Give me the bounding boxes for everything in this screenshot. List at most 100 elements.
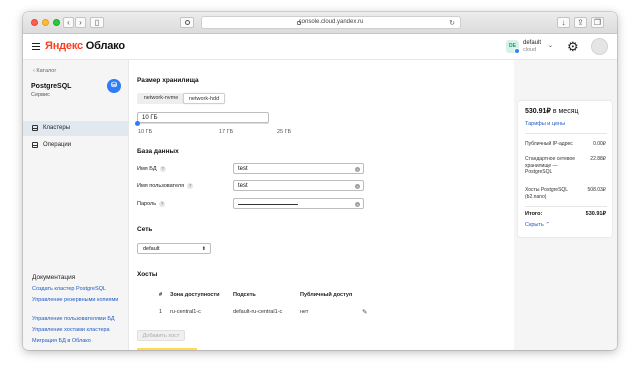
postgresql-icon: ⛁ [107,79,121,93]
hosts-col-zone: Зона доступности [170,292,220,298]
username-value: test [238,183,248,189]
sidebar-item-label: Операции [43,142,72,148]
primary-action-edge[interactable] [137,348,197,350]
catalog-back-link[interactable]: ‹ Каталог [33,68,56,74]
price-card: 530.91₽ в месяц Тарифы и цены Публичный … [518,101,612,237]
slider-tick-min: 10 ГБ [138,129,153,135]
host-row-subnet: default-ru-central1-c [233,309,283,315]
db-name-label-text: Имя БД [137,166,157,172]
share-icon[interactable]: ⇪ [574,17,587,28]
price-total: 530.91₽ в месяц [525,107,579,115]
password-mask [238,204,298,205]
storage-size-slider-handle[interactable] [135,121,140,126]
price-panel-area: 530.91₽ в месяц Тарифы и цены Публичный … [514,60,617,350]
price-total-period: в месяц [550,108,579,115]
doc-link-create-cluster[interactable]: Создать кластер PostgreSQL [32,286,124,293]
cloud-name: default [523,40,542,46]
help-icon[interactable]: ? [159,201,166,207]
storage-size-input[interactable]: 10 ГБ [137,112,269,123]
price-line-ip-label: Публичный IP-адрес [525,141,573,147]
gear-icon[interactable]: ⚙ [567,40,579,53]
username-label: Имя пользователя? [137,183,194,189]
sidebar: ‹ Каталог PostgreSQL Сервис ⛁ Кластеры О… [23,60,129,350]
username-label-text: Имя пользователя [137,183,185,189]
database-section-title: База данных [137,148,179,155]
app-header: Яндекс Облако DE default cloud ⌄ ⚙ [23,34,617,60]
cloud-type: cloud [523,47,537,53]
cloud-selector[interactable]: DE default cloud ⌄ [506,39,556,55]
sidebar-item-clusters[interactable]: Кластеры [23,121,129,136]
price-divider [525,206,607,207]
address-bar[interactable]: console.cloud.yandex.ru ↻ [201,16,461,29]
doc-link-migration[interactable]: Миграция БД в Облако [32,338,124,345]
back-arrow-icon[interactable]: ‹ [63,17,74,28]
clear-icon[interactable]: × [355,201,360,207]
main-form: Размер хранилища network-nvme network-hd… [129,60,514,350]
storage-type-hdd[interactable]: network-hdd [183,93,225,104]
host-row-public: нет [300,309,309,315]
price-line-storage-label: Стандартное сетевое хранилище — PostgreS… [525,156,576,175]
network-selected-value: default [143,246,160,252]
password-label: Пароль? [137,201,166,207]
hosts-col-num: # [159,292,163,298]
download-icon[interactable]: ↓ [557,17,570,28]
chevron-down-icon: ⌄ [548,43,554,49]
price-line-storage-value: 22.88₽ [590,156,606,162]
forward-arrow-icon[interactable]: › [75,17,86,28]
network-section-title: Сеть [137,226,153,233]
reload-icon[interactable]: ↻ [449,19,455,27]
clear-icon[interactable]: × [355,166,360,172]
clusters-icon [32,125,38,131]
clear-icon[interactable]: × [355,183,360,189]
sidebar-toggle-icon[interactable]: ▯ [90,17,104,28]
menu-icon[interactable] [32,43,40,50]
browser-toolbar: ‹ › ▯ console.cloud.yandex.ru ↻ ↓ ⇪ ❐ [23,12,617,34]
catalog-back-label: Каталог [36,68,57,74]
network-select[interactable]: default ⬍ [137,243,211,254]
price-line-ip-value: 0.00₽ [593,141,606,147]
price-summary-label: Итого: [525,211,543,217]
zoom-window-button[interactable] [53,19,60,26]
password-label-text: Пароль [137,201,157,207]
price-divider [525,133,607,134]
host-row-num: 1 [159,309,163,315]
minimize-window-button[interactable] [42,19,49,26]
address-url: console.cloud.yandex.ru [298,19,364,25]
doc-link-backups[interactable]: Управление резервными копиями [32,297,124,304]
yandex-cloud-logo[interactable]: Яндекс Облако [45,40,125,52]
hosts-section-title: Хосты [137,271,158,278]
help-icon[interactable]: ? [187,183,194,189]
close-window-button[interactable] [31,19,38,26]
logo-suffix: Облако [82,40,125,52]
username-input[interactable]: test × [233,180,364,191]
hosts-col-subnet: Подсеть [233,292,256,298]
hide-details-link[interactable]: Скрыть ⌃ [525,222,550,228]
price-line-hosts-label: Хосты PostgreSQL (b2.nano) [525,187,568,200]
select-caret-icon: ⬍ [201,246,206,252]
price-total-amount: 530.91₽ [525,108,551,115]
cloud-status-icon [514,48,520,54]
storage-type-group: network-nvme network-hdd [137,93,225,104]
pencil-icon[interactable]: ✎ [362,308,367,316]
storage-section-title: Размер хранилища [137,77,199,84]
browser-window: ‹ › ▯ console.cloud.yandex.ru ↻ ↓ ⇪ ❐ Ян… [23,12,617,350]
sidebar-item-label: Кластеры [43,125,70,131]
service-title: PostgreSQL [31,83,72,90]
storage-type-nvme[interactable]: network-nvme [139,93,183,104]
db-name-input[interactable]: test × [233,163,364,174]
price-line-hosts-value: 508.03₽ [587,187,606,193]
storage-size-slider-track[interactable] [137,123,269,125]
doc-link-hosts[interactable]: Управление хостами кластера [32,327,124,334]
password-input[interactable]: × [233,198,364,209]
tariff-link[interactable]: Тарифы и цены [525,121,565,127]
user-avatar[interactable] [591,38,608,55]
operations-icon [32,142,38,148]
add-host-button[interactable]: Добавить хост [137,330,185,341]
privacy-shield-icon[interactable] [180,17,194,28]
sidebar-item-operations[interactable]: Операции [23,138,129,153]
help-icon[interactable]: ? [159,166,166,172]
db-name-value: test [238,166,248,172]
doc-link-users[interactable]: Управление пользователями БД [32,316,124,323]
chevron-up-icon: ⌃ [545,222,550,228]
tabs-icon[interactable]: ❐ [591,17,604,28]
